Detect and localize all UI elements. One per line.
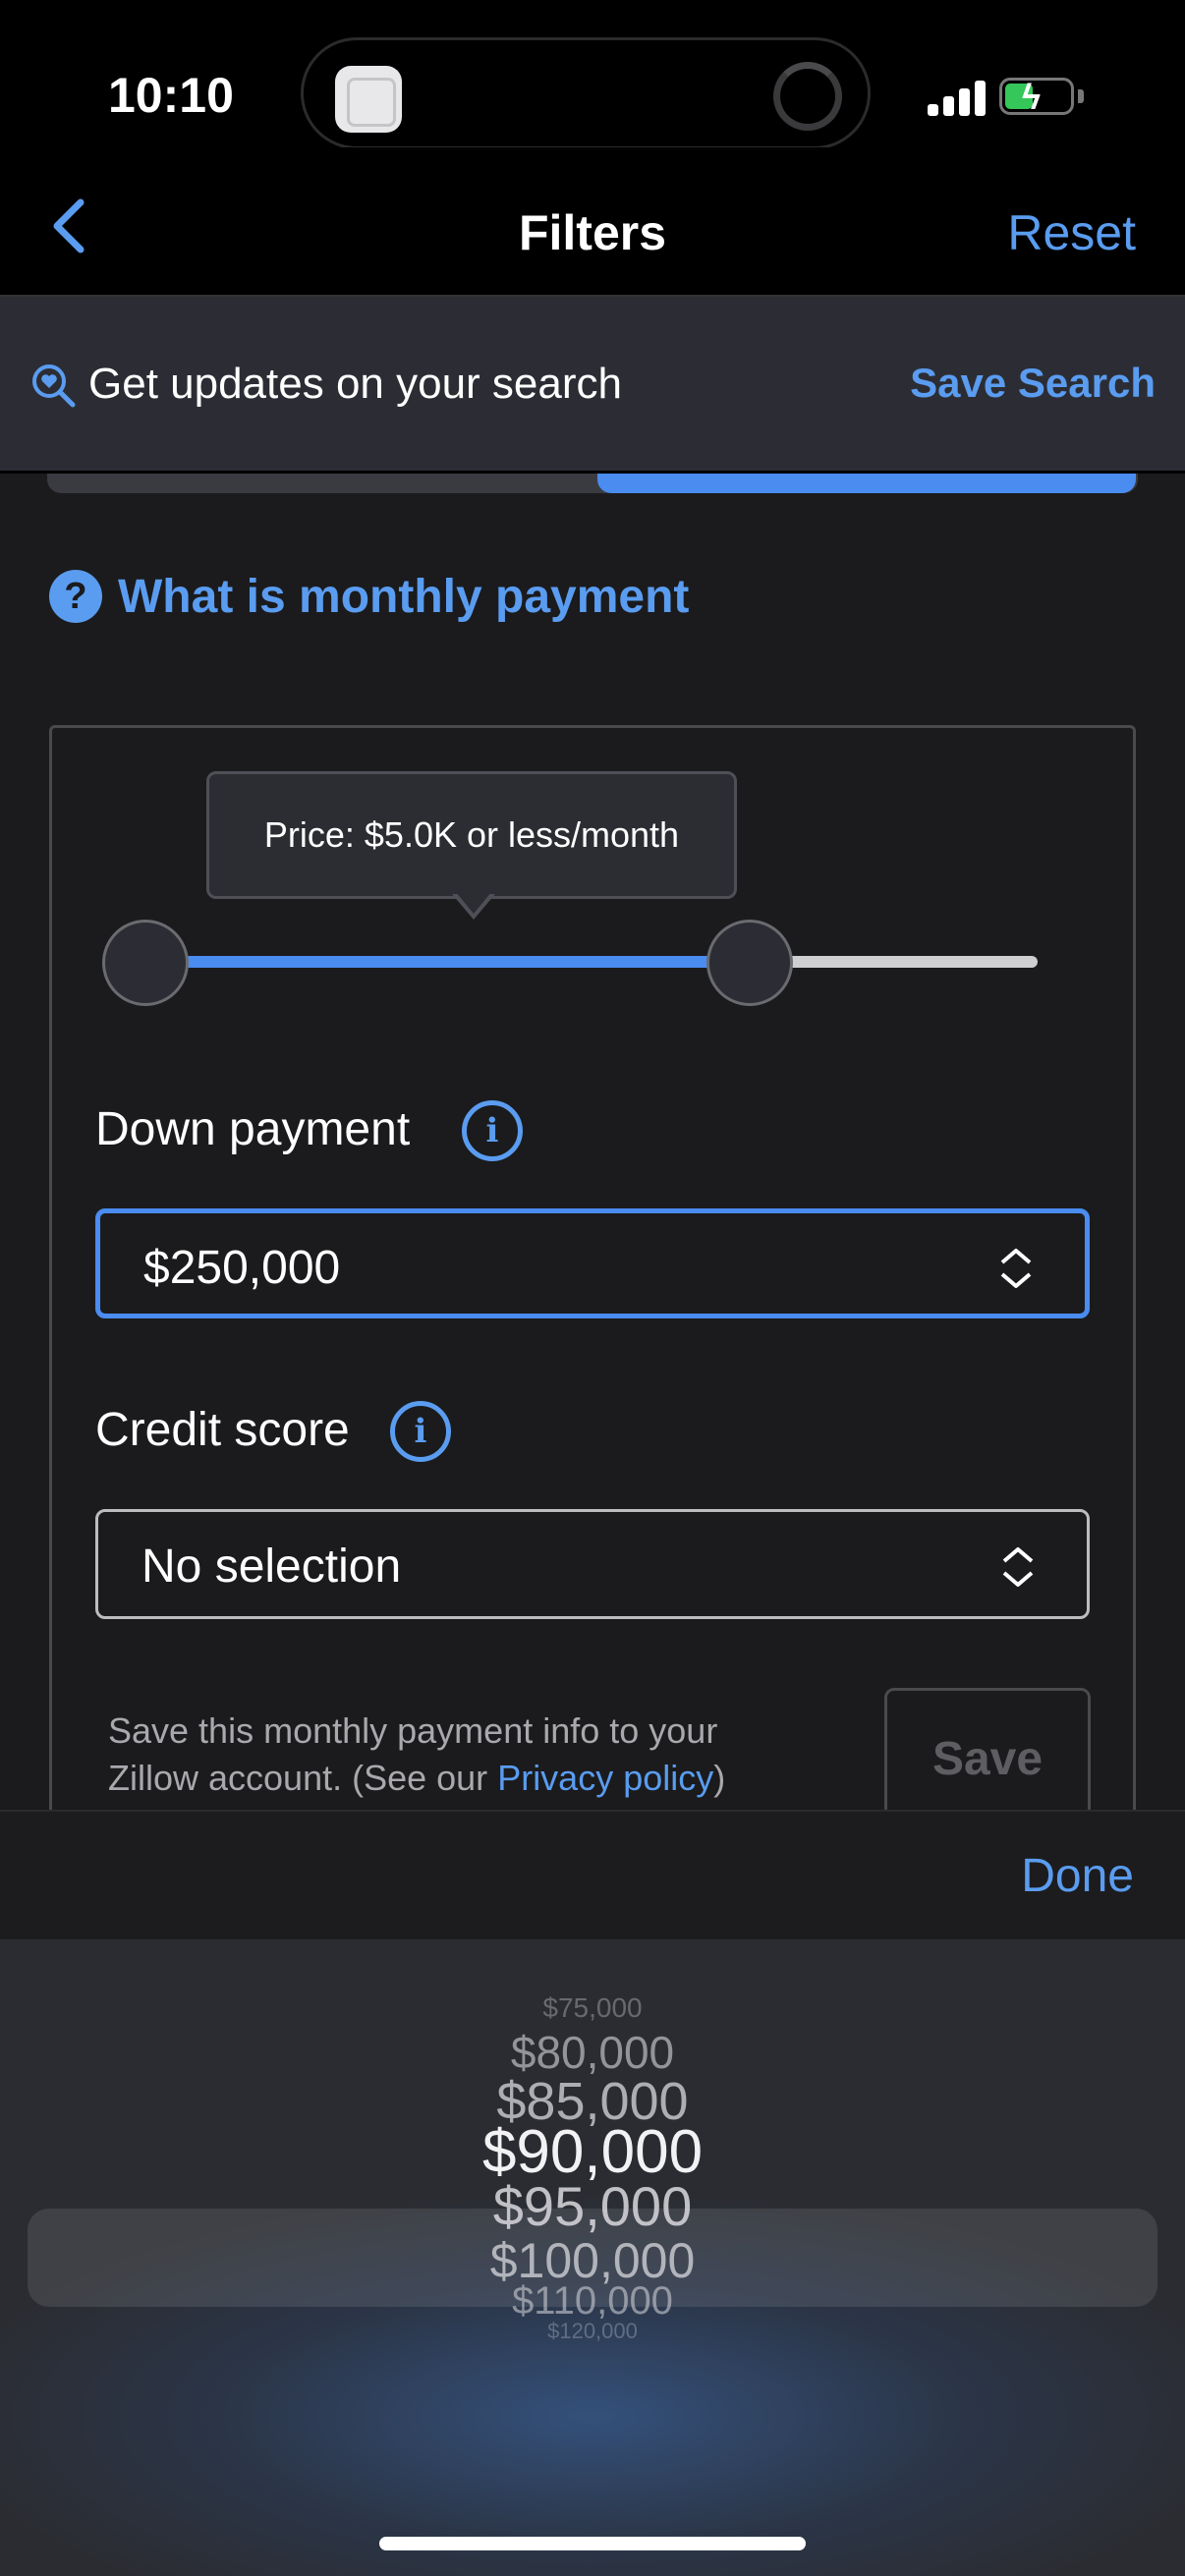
home-indicator [379, 2537, 806, 2550]
price-slider-fill [145, 956, 750, 968]
cellular-signal-icon [928, 79, 987, 116]
app-activity-icon [335, 66, 402, 133]
segmented-control-active[interactable] [597, 474, 1136, 493]
down-payment-info-icon[interactable]: i [462, 1100, 523, 1161]
search-heart-icon [32, 364, 76, 408]
save-search-button[interactable]: Save Search [910, 360, 1156, 407]
banner-text: Get updates on your search [88, 360, 622, 408]
picker-toolbar: Done [0, 1810, 1185, 1939]
status-time: 10:10 [108, 68, 234, 123]
monthly-payment-help-link[interactable]: What is monthly payment [118, 570, 689, 624]
activity-ring-icon [773, 62, 842, 131]
credit-score-info-icon[interactable]: i [390, 1401, 451, 1462]
tooltip-pointer [452, 891, 495, 920]
save-button[interactable]: Save [884, 1688, 1091, 1825]
credit-score-value: No selection [141, 1540, 402, 1593]
picker-option[interactable]: $120,000 [0, 2313, 1185, 2350]
privacy-policy-link[interactable]: Privacy policy [497, 1758, 713, 1798]
credit-score-select[interactable]: No selection [95, 1509, 1090, 1619]
dynamic-island [301, 37, 871, 149]
down-payment-label: Down payment [95, 1103, 411, 1155]
battery-nub [1078, 89, 1084, 103]
save-consent-text: Save this monthly payment info to your Z… [108, 1710, 726, 1798]
chevron-up-down-icon [1000, 1249, 1032, 1288]
down-payment-value: $250,000 [143, 1242, 341, 1294]
slider-max-thumb[interactable] [705, 920, 793, 1006]
segmented-control [47, 474, 1138, 493]
navigation-bar: Filters Reset [0, 147, 1185, 297]
down-payment-select[interactable]: $250,000 [95, 1208, 1090, 1318]
price-slider-track[interactable] [145, 956, 1038, 968]
credit-score-label: Credit score [95, 1404, 350, 1456]
battery-charging-icon: ϟ [999, 77, 1074, 117]
question-icon[interactable]: ? [49, 570, 102, 623]
slider-min-thumb[interactable] [102, 920, 189, 1006]
done-button[interactable]: Done [1021, 1849, 1134, 1903]
chevron-up-down-icon [1002, 1547, 1034, 1587]
save-search-banner: Get updates on your search Save Search [0, 297, 1185, 474]
price-tooltip: Price: $5.0K or less/month [206, 771, 737, 899]
reset-button[interactable]: Reset [1007, 204, 1136, 261]
down-payment-picker-wheel[interactable]: $75,000 $80,000 $85,000 $90,000 $95,000 $100,… [0, 1939, 1185, 2576]
